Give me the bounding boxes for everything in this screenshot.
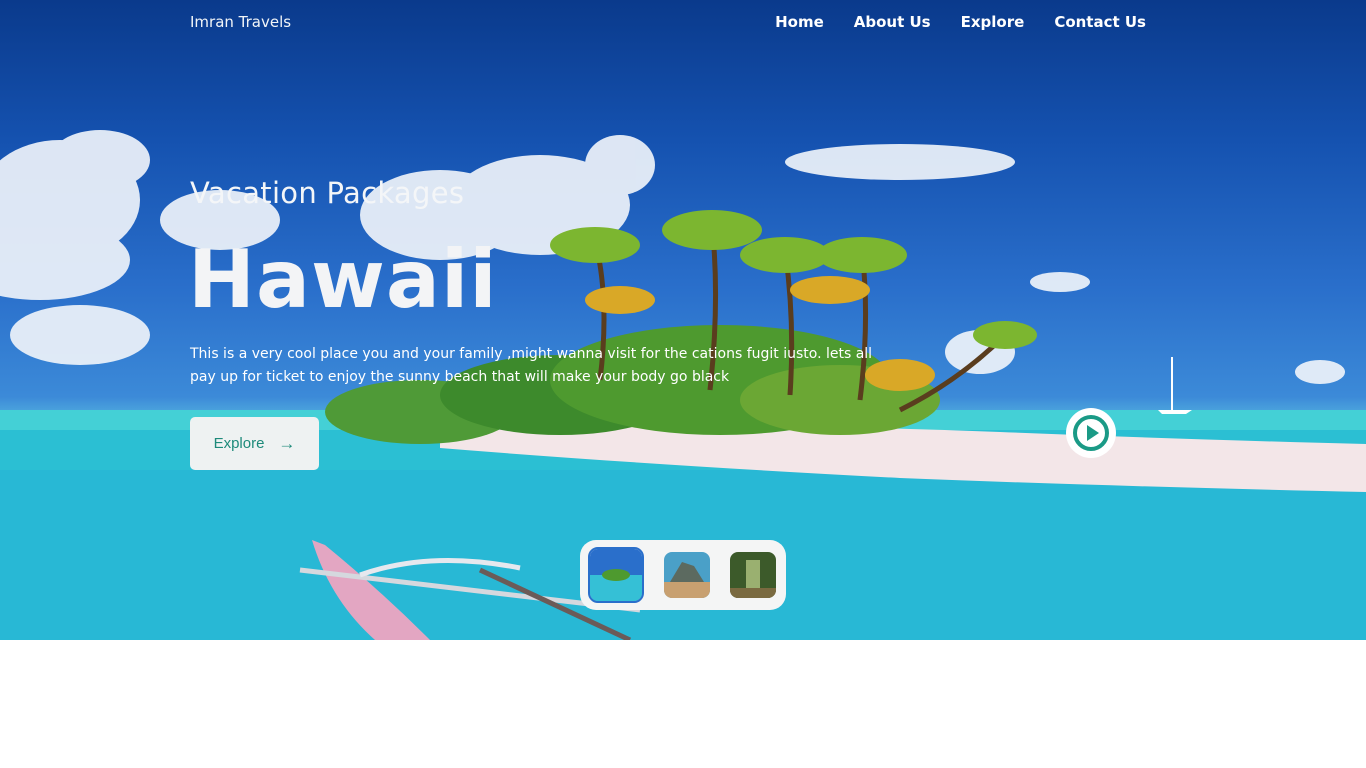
explore-button[interactable]: Explore → [190,417,319,470]
main-nav: Home About Us Explore Contact Us [775,13,1146,31]
arrow-right-icon: → [278,433,296,453]
explore-button-label: Explore [213,435,265,452]
brand-logo[interactable]: Imran Travels [190,13,291,31]
nav-about-link[interactable]: About Us [854,13,931,31]
play-icon [1073,415,1109,451]
play-video-button[interactable] [1066,408,1116,458]
nav-contact-link[interactable]: Contact Us [1054,13,1146,31]
rock-thumbnail[interactable] [664,552,710,598]
hero-section: Imran Travels Home About Us Explore Cont… [0,0,1366,640]
hero-description: This is a very cool place you and your f… [190,346,873,385]
nav-explore-link[interactable]: Explore [961,13,1025,31]
island-thumbnail[interactable] [588,547,644,603]
hero-title: Hawaii [188,233,498,326]
destination-gallery [580,540,786,610]
forest-thumbnail[interactable] [730,552,776,598]
nav-home-link[interactable]: Home [775,13,824,31]
hero-subtitle: Vacation Packages [190,176,465,210]
